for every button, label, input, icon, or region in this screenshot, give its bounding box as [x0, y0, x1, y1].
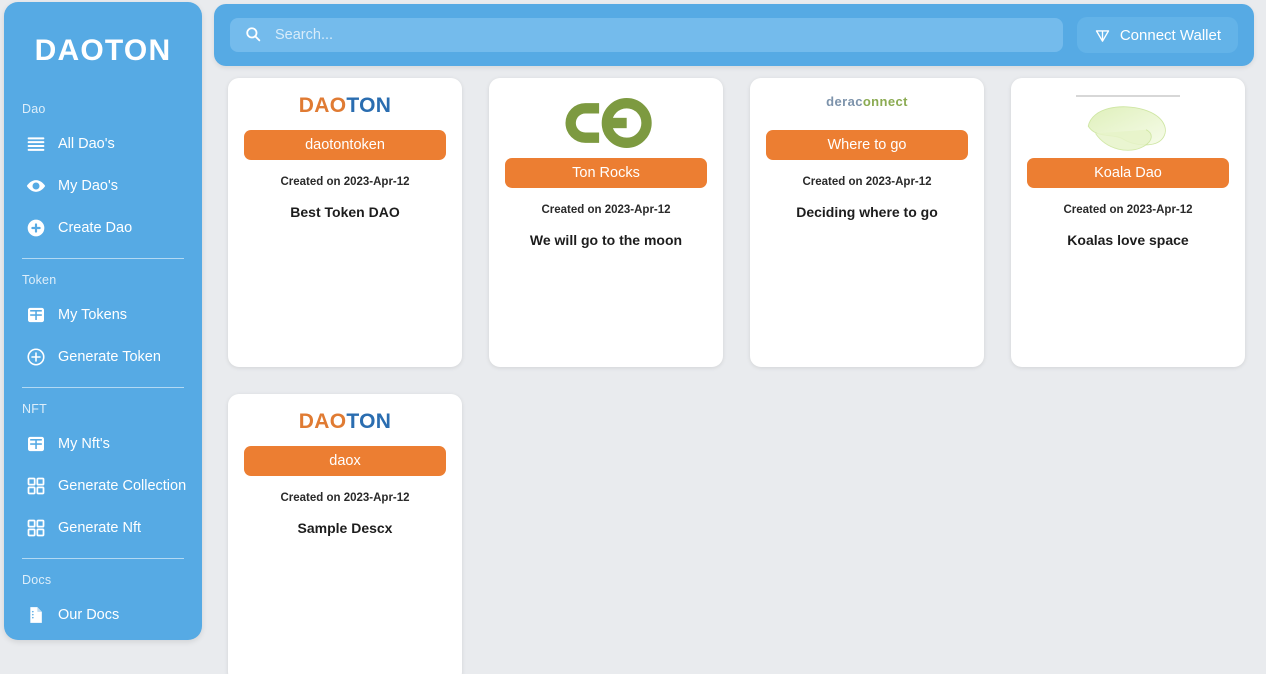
dao-card-created: Created on 2023-Apr-12	[1063, 204, 1192, 216]
sidebar-item-my-tokens[interactable]: My Tokens	[22, 298, 184, 331]
dao-card-description: Deciding where to go	[796, 204, 938, 220]
sidebar-group-label: Token	[22, 273, 184, 287]
list-icon	[26, 134, 46, 154]
plus-circle-filled-icon	[26, 218, 46, 238]
dao-card-button[interactable]: Ton Rocks	[505, 158, 707, 188]
dao-card[interactable]: deraconnect Where to go Created on 2023-…	[750, 78, 984, 367]
sidebar: DAOTON Dao All Dao's My Dao's Create Dao Tok…	[4, 2, 202, 640]
search-input[interactable]	[275, 18, 1049, 52]
sidebar-divider	[22, 387, 184, 388]
logo-text-onnect: onnect	[863, 94, 908, 109]
dao-card-created: Created on 2023-Apr-12	[280, 176, 409, 188]
sidebar-group-label: Dao	[22, 102, 184, 116]
dao-card-button[interactable]: Koala Dao	[1027, 158, 1229, 188]
dao-card-description: We will go to the moon	[530, 232, 682, 248]
dao-card-grid: DAOTON daotontoken Created on 2023-Apr-1…	[214, 78, 1258, 674]
sidebar-item-all-dao-s[interactable]: All Dao's	[22, 127, 184, 160]
app-brand: DAOTON	[4, 34, 202, 68]
card-logo: deraconnect	[766, 94, 968, 128]
sidebar-item-label: My Nft's	[58, 436, 110, 452]
sidebar-nav: Dao All Dao's My Dao's Create Dao Token My To…	[4, 102, 202, 631]
search-box[interactable]	[230, 18, 1063, 52]
card-logo: DAOTON	[244, 410, 446, 444]
sidebar-item-create-dao[interactable]: Create Dao	[22, 211, 184, 244]
sidebar-item-generate-collection[interactable]: Generate Collection	[22, 469, 184, 502]
dao-card-description: Sample Descx	[298, 520, 393, 536]
topbar: Connect Wallet	[214, 4, 1254, 66]
dao-card[interactable]: Koala Dao Created on 2023-Apr-12 Koalas …	[1011, 78, 1245, 367]
eye-icon	[26, 176, 46, 196]
dao-card-created: Created on 2023-Apr-12	[802, 176, 931, 188]
sidebar-item-my-nft-s[interactable]: My Nft's	[22, 427, 184, 460]
logo-text-derac: derac	[826, 94, 863, 109]
sidebar-item-generate-token[interactable]: Generate Token	[22, 340, 184, 373]
card-logo	[1027, 94, 1229, 156]
sidebar-divider	[22, 258, 184, 259]
app-root: DAOTON DaoAll Dao'sMy Dao'sCreate DaoTok…	[0, 0, 1266, 674]
logo-text-dao: DAO	[299, 94, 347, 117]
table-grid-icon	[26, 434, 46, 454]
dao-card-button[interactable]: Where to go	[766, 130, 968, 160]
sidebar-item-my-dao-s[interactable]: My Dao's	[22, 169, 184, 202]
document-icon	[26, 605, 46, 625]
dao-card[interactable]: Ton Rocks Created on 2023-Apr-12 We will…	[489, 78, 723, 367]
sidebar-item-label: Create Dao	[58, 220, 132, 236]
dao-card-created: Created on 2023-Apr-12	[280, 492, 409, 504]
dao-card-created: Created on 2023-Apr-12	[541, 204, 670, 216]
sidebar-item-label: Generate Token	[58, 349, 161, 365]
sidebar-item-label: My Tokens	[58, 307, 127, 323]
dao-card-description: Best Token DAO	[290, 204, 399, 220]
dao-card-button[interactable]: daox	[244, 446, 446, 476]
dao-card[interactable]: DAOTON daotontoken Created on 2023-Apr-1…	[228, 78, 462, 367]
dao-card[interactable]: DAOTON daox Created on 2023-Apr-12 Sampl…	[228, 394, 462, 674]
sidebar-group-docs: Docs Our Docs	[4, 573, 202, 631]
sidebar-item-label: All Dao's	[58, 136, 115, 152]
koala-abstract-image	[1027, 95, 1229, 155]
plus-circle-outline-icon	[26, 347, 46, 367]
logo-text-ton: TON	[346, 410, 391, 433]
dao-card-description: Koalas love space	[1067, 232, 1188, 248]
logo-text-dao: DAO	[299, 410, 347, 433]
sidebar-group-label: Docs	[22, 573, 184, 587]
card-logo	[505, 94, 707, 156]
sidebar-item-our-docs[interactable]: Our Docs	[22, 598, 184, 631]
search-icon	[244, 25, 264, 45]
connect-wallet-label: Connect Wallet	[1120, 27, 1221, 44]
ton-diamond-icon	[1094, 27, 1111, 44]
connect-wallet-button[interactable]: Connect Wallet	[1077, 17, 1238, 53]
sidebar-group-token: Token My Tokens Generate Token	[4, 273, 202, 373]
chain-link-icon	[554, 98, 658, 153]
sidebar-item-label: Generate Nft	[58, 520, 141, 536]
four-squares-icon	[26, 476, 46, 496]
sidebar-divider	[22, 558, 184, 559]
logo-text-ton: TON	[346, 94, 391, 117]
sidebar-item-label: Generate Collection	[58, 478, 186, 494]
sidebar-item-generate-nft[interactable]: Generate Nft	[22, 511, 184, 544]
sidebar-item-label: My Dao's	[58, 178, 118, 194]
sidebar-group-label: NFT	[22, 402, 184, 416]
sidebar-item-label: Our Docs	[58, 607, 119, 623]
four-squares-icon	[26, 518, 46, 538]
sidebar-group-dao: Dao All Dao's My Dao's Create Dao	[4, 102, 202, 244]
sidebar-group-nft: NFT My Nft's Generate Collection Generate N…	[4, 402, 202, 544]
card-logo: DAOTON	[244, 94, 446, 128]
dao-card-button[interactable]: daotontoken	[244, 130, 446, 160]
table-grid-icon	[26, 305, 46, 325]
